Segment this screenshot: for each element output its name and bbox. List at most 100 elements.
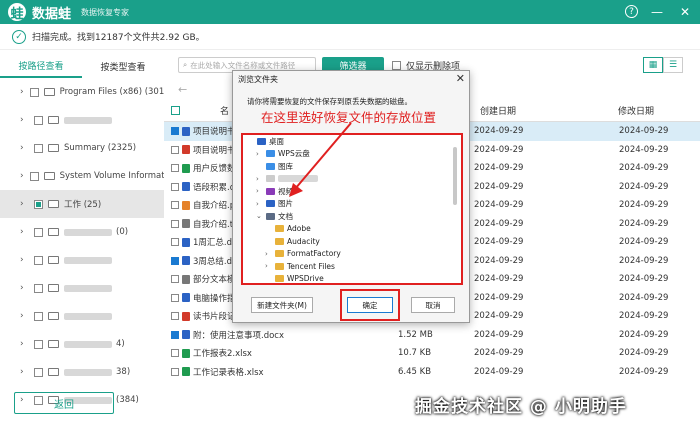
cancel-button[interactable]: 取消 — [411, 297, 455, 313]
tree-item[interactable]: › 4) — [0, 330, 164, 358]
tree-checkbox[interactable] — [34, 255, 43, 265]
grid-icon[interactable]: ▦ — [643, 57, 663, 73]
file-created: 2024-09-29 — [474, 163, 524, 174]
row-checkbox[interactable] — [171, 238, 179, 247]
folder-icon — [266, 162, 275, 170]
folder-icon — [48, 228, 59, 236]
expand-icon[interactable]: › — [256, 150, 263, 158]
tree-checkbox[interactable] — [29, 171, 39, 181]
row-checkbox[interactable] — [171, 330, 179, 339]
chevron-right-icon[interactable]: › — [20, 255, 28, 265]
chevron-right-icon[interactable]: › — [20, 87, 24, 97]
col-created[interactable]: 创建日期 — [480, 104, 516, 117]
new-folder-button[interactable]: 新建文件夹(M) — [251, 297, 313, 313]
close-icon[interactable]: ✕ — [676, 3, 694, 21]
tree-item[interactable]: › — [0, 106, 164, 134]
tree-checkbox[interactable] — [34, 339, 43, 349]
folder-picker-item[interactable]: WPSDrive — [243, 273, 461, 283]
file-modified: 2024-09-29 — [619, 348, 669, 359]
back-button[interactable]: 返回 — [14, 392, 114, 414]
list-icon[interactable]: ☰ — [663, 57, 683, 73]
expand-icon[interactable]: › — [256, 187, 263, 195]
tree-checkbox[interactable] — [29, 87, 39, 97]
folder-picker-label: 文档 — [278, 211, 293, 221]
row-checkbox[interactable] — [171, 164, 179, 173]
file-icon — [182, 219, 190, 229]
chevron-right-icon[interactable]: › — [20, 367, 28, 377]
tree-checkbox[interactable] — [34, 115, 43, 125]
file-icon — [182, 256, 190, 266]
tree-checkbox[interactable] — [34, 311, 43, 321]
dialog-scrollbar[interactable] — [453, 147, 457, 205]
row-checkbox[interactable] — [171, 312, 179, 321]
tree-item[interactable]: › 38) — [0, 358, 164, 386]
row-checkbox[interactable] — [171, 127, 179, 136]
table-row[interactable]: 工作报表2.xlsx 10.7 KB 2024-09-29 2024-09-29 — [164, 344, 700, 363]
folder-icon — [48, 116, 59, 124]
tree-checkbox[interactable] — [34, 283, 43, 293]
row-checkbox[interactable] — [171, 182, 179, 191]
table-row[interactable]: 附：使用注意事项.docx 1.52 MB 2024-09-29 2024-09-29 — [164, 326, 700, 345]
file-created: 2024-09-29 — [474, 329, 524, 340]
tree-checkbox[interactable] — [34, 367, 43, 377]
dialog-close-icon[interactable]: ✕ — [456, 72, 465, 85]
file-icon — [182, 237, 190, 247]
row-checkbox[interactable] — [171, 293, 179, 302]
folder-picker-item[interactable]: Audacity — [243, 235, 461, 248]
chevron-right-icon[interactable]: › — [20, 311, 28, 321]
file-created: 2024-09-29 — [474, 366, 524, 377]
blurred-label — [64, 312, 112, 320]
row-checkbox[interactable] — [171, 367, 179, 376]
chevron-right-icon[interactable]: › — [20, 283, 28, 293]
expand-icon[interactable]: › — [256, 175, 263, 183]
file-created: 2024-09-29 — [474, 255, 524, 266]
row-checkbox[interactable] — [171, 256, 179, 265]
tree-item[interactable]: › System Volume Informati — [0, 162, 164, 190]
help-icon[interactable]: ? — [625, 5, 638, 18]
chevron-right-icon[interactable]: › — [20, 143, 28, 153]
tree-item[interactable]: › — [0, 302, 164, 330]
folder-picker-item[interactable]: Adobe — [243, 223, 461, 236]
folder-picker-item[interactable]: › Tencent Files — [243, 260, 461, 273]
tree-checkbox[interactable] — [34, 199, 43, 209]
ok-button[interactable]: 确定 — [347, 297, 393, 313]
tree-item[interactable]: › Program Files (x86) (3010 — [0, 78, 164, 106]
row-checkbox[interactable] — [171, 201, 179, 210]
row-checkbox[interactable] — [171, 275, 179, 284]
chevron-right-icon[interactable]: › — [20, 199, 28, 209]
tree-item[interactable]: › — [0, 274, 164, 302]
expand-icon[interactable]: › — [256, 200, 263, 208]
file-name: 语段积累.d — [193, 182, 236, 193]
file-created: 2024-09-29 — [474, 274, 524, 285]
select-all-checkbox[interactable] — [171, 106, 180, 115]
col-modified[interactable]: 修改日期 — [618, 104, 654, 117]
tab-by-path[interactable]: 按路径查看 — [0, 54, 82, 78]
expand-icon[interactable]: ⌄ — [256, 212, 263, 220]
tree-checkbox[interactable] — [34, 227, 43, 237]
chevron-right-icon[interactable]: › — [20, 339, 28, 349]
tree-checkbox[interactable] — [34, 143, 43, 153]
back-arrow-icon[interactable]: ← — [178, 83, 187, 96]
tree-item[interactable]: › — [0, 246, 164, 274]
row-checkbox[interactable] — [171, 219, 179, 228]
folder-picker-item[interactable]: ⌄ 文档 — [243, 210, 461, 223]
only-deleted-checkbox[interactable] — [392, 60, 401, 70]
tree-item[interactable]: › (0) — [0, 218, 164, 246]
chevron-right-icon[interactable]: › — [20, 171, 24, 181]
minimize-icon[interactable]: — — [648, 3, 666, 21]
folder-picker-item[interactable]: › FormatFactory — [243, 248, 461, 261]
bottom-bar: 返回 掘金技术社区 @ 小明助手 — [0, 384, 700, 424]
expand-icon[interactable]: › — [265, 250, 272, 258]
col-name[interactable]: 名 — [220, 104, 229, 117]
row-checkbox[interactable] — [171, 349, 179, 358]
tab-by-type[interactable]: 按类型查看 — [82, 54, 164, 78]
chevron-right-icon[interactable]: › — [20, 227, 28, 237]
expand-icon[interactable]: › — [265, 262, 272, 270]
chevron-right-icon[interactable]: › — [20, 115, 28, 125]
table-row[interactable]: 工作记录表格.xlsx 6.45 KB 2024-09-29 2024-09-29 — [164, 363, 700, 382]
tree-item[interactable]: › 工作 (25) — [0, 190, 164, 218]
tree-item[interactable]: › Summary (2325) — [0, 134, 164, 162]
file-icon — [182, 293, 190, 303]
folder-picker-label: Audacity — [287, 236, 320, 246]
row-checkbox[interactable] — [171, 145, 179, 154]
